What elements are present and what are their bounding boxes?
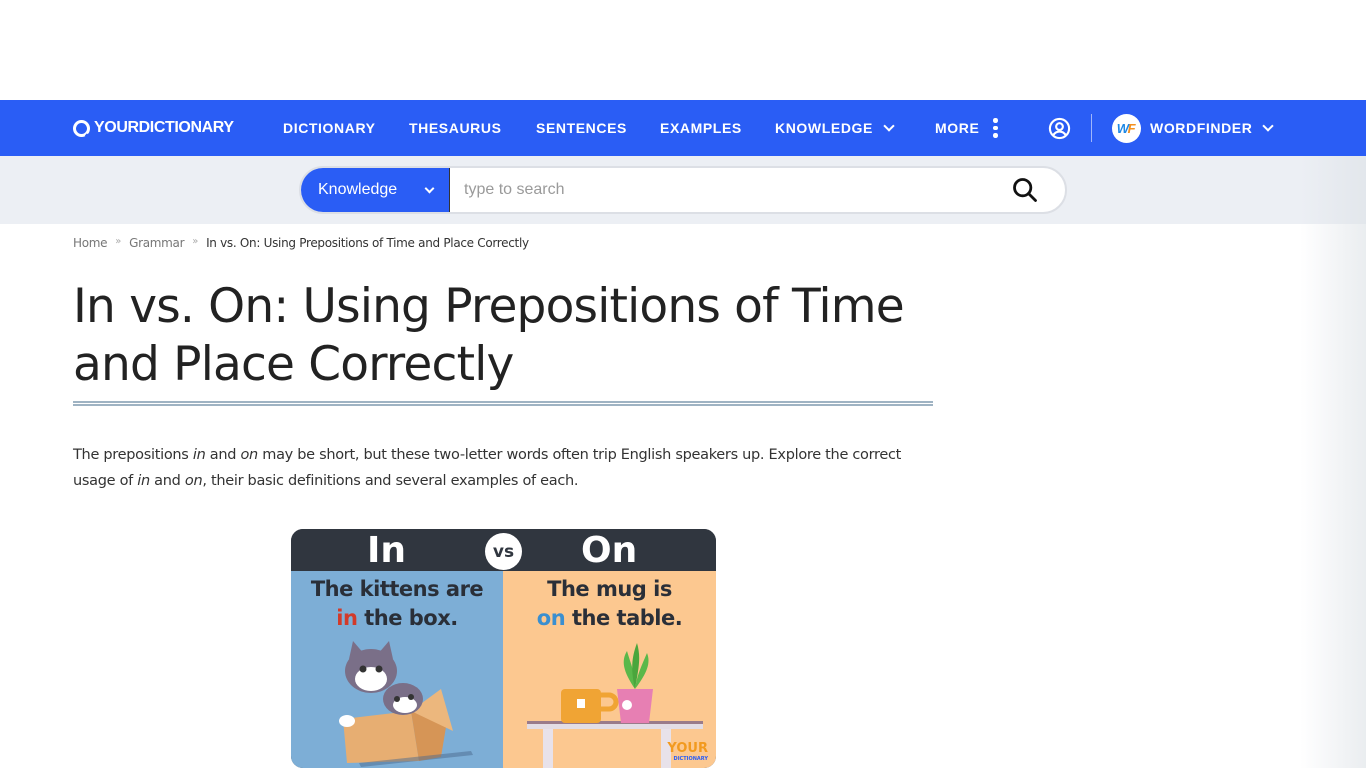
illustration-label-on: On: [581, 530, 638, 571]
intro-emphasis: in: [192, 447, 206, 463]
illustration-panel-in: The kittens are in the box.: [291, 571, 503, 768]
intro-emphasis: in: [137, 473, 150, 489]
nav-more[interactable]: MORE: [935, 100, 998, 156]
intro-text: and: [205, 447, 241, 463]
vs-badge: vs: [485, 533, 522, 570]
breadcrumb-home[interactable]: Home: [73, 236, 108, 250]
article-intro: The prepositions in and on may be short,…: [73, 442, 933, 494]
breadcrumb-current: In vs. On: Using Prepositions of Time an…: [206, 236, 529, 250]
intro-text: The prepositions: [73, 447, 193, 463]
intro-text: and: [149, 473, 185, 489]
nav-dictionary[interactable]: DICTIONARY: [283, 100, 376, 156]
logo-icon: [73, 119, 90, 137]
wordfinder-label: WORDFINDER: [1150, 120, 1253, 136]
illustration-header: In vs On: [291, 529, 716, 571]
kebab-menu-icon: [993, 118, 998, 138]
intro-emphasis: on: [184, 473, 203, 489]
nav-thesaurus[interactable]: THESAURUS: [409, 100, 502, 156]
breadcrumb-grammar[interactable]: Grammar: [129, 236, 184, 250]
search-icon: [1013, 178, 1037, 202]
page-edge-shadow: [1300, 156, 1366, 768]
intro-emphasis: on: [240, 447, 258, 463]
top-navbar: YOURDICTIONARY DICTIONARY THESAURUS SENT…: [0, 100, 1366, 156]
intro-text: , their basic definitions and several ex…: [202, 473, 579, 489]
yourdictionary-watermark: YOUR DICTIONARY: [667, 741, 708, 762]
search-input[interactable]: [449, 168, 985, 212]
logo-text: YOURDICTIONARY: [94, 119, 234, 136]
search-category-label: Knowledge: [318, 181, 398, 198]
illustration-panel-on: The mug is on the table. YOUR DICTIONARY: [503, 571, 716, 768]
search-bar-row: Knowledge: [0, 156, 1366, 224]
nav-more-label: MORE: [935, 120, 980, 136]
nav-knowledge-label: KNOWLEDGE: [775, 120, 873, 136]
nav-sentences[interactable]: SENTENCES: [536, 100, 627, 156]
account-button[interactable]: [1048, 100, 1071, 156]
nav-divider: [1091, 114, 1092, 142]
wordfinder-logo-icon: WF: [1112, 113, 1141, 143]
wordfinder-button[interactable]: WF WORDFINDER: [1112, 100, 1275, 156]
search-form: Knowledge: [299, 166, 1067, 214]
page-title: In vs. On: Using Prepositions of Time an…: [73, 279, 905, 392]
nav-examples[interactable]: EXAMPLES: [660, 100, 742, 156]
breadcrumb-separator: »: [115, 236, 122, 247]
ad-space: [0, 0, 1366, 100]
chevron-down-icon: [424, 183, 435, 194]
mug-on-table-illustration: [527, 643, 703, 768]
illustration-label-in: In: [367, 530, 407, 571]
breadcrumb-separator: »: [192, 236, 199, 247]
breadcrumb: Home » Grammar » In vs. On: Using Prepos…: [73, 236, 529, 250]
kittens-in-box-illustration: [339, 641, 473, 767]
search-category-select[interactable]: Knowledge: [301, 168, 449, 212]
title-divider: [73, 401, 933, 406]
chevron-down-icon: [883, 119, 895, 132]
search-button[interactable]: [985, 168, 1065, 212]
watermark-subtext: DICTIONARY: [673, 756, 708, 762]
nav-knowledge[interactable]: KNOWLEDGE: [775, 100, 895, 156]
site-logo[interactable]: YOURDICTIONARY: [73, 100, 234, 156]
watermark-text: YOUR: [667, 741, 708, 756]
chevron-down-icon: [1262, 119, 1275, 132]
user-circle-icon: [1048, 117, 1071, 139]
in-vs-on-illustration: In vs On The kittens are in the box. The…: [291, 529, 716, 768]
